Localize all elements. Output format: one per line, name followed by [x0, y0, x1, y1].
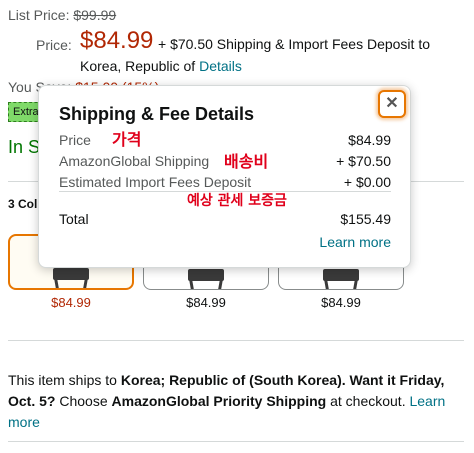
fee-row-value-price: $84.99 [348, 132, 391, 148]
chair-thumbnail [53, 268, 89, 280]
chair-leg [189, 280, 194, 289]
chair-leg [353, 280, 358, 289]
handwritten-annotation-import: 예상 관세 보증금 [187, 193, 287, 209]
popover-learn-more-link[interactable]: Learn more [319, 234, 391, 250]
divider [8, 441, 464, 442]
shipping-fee-text: + $70.50 Shipping & Import Fees Deposit … [158, 36, 430, 52]
price-value: $84.99 [80, 27, 154, 54]
list-price-row: List Price: $99.99 [8, 7, 116, 23]
colors-label: 3 Col [8, 197, 38, 211]
swatch-price: $84.99 [321, 295, 361, 310]
chair-thumbnail [323, 269, 359, 281]
fee-row-value-import: + $0.00 [343, 174, 391, 190]
swatch-price: $84.99 [51, 295, 91, 310]
fee-row-label-import: Estimated Import Fees Deposit [59, 174, 252, 190]
chair-leg [324, 280, 329, 289]
fee-row-label-shipping: AmazonGlobal Shipping [59, 153, 210, 169]
divider [8, 340, 464, 341]
handwritten-annotation-shipping: 배송비 [224, 152, 269, 171]
handwritten-annotation-price: 가격 [112, 130, 142, 149]
total-value: $155.49 [340, 211, 391, 227]
details-link[interactable]: Details [199, 58, 242, 74]
chair-thumbnail [188, 269, 224, 281]
shipping-fee-popover: Shipping & Fee Details ✕ Price $84.99 Am… [38, 85, 411, 268]
fee-row-value-shipping: + $70.50 [336, 153, 391, 169]
fee-row-label-price: Price [59, 132, 91, 148]
list-price-label: List Price: [8, 7, 70, 23]
shipping-message-text: Choose [55, 393, 112, 409]
close-button[interactable]: ✕ [378, 90, 406, 118]
chair-leg [218, 280, 223, 289]
swatch-price: $84.99 [186, 295, 226, 310]
chair-leg [54, 279, 59, 288]
shipping-destination: Korea, Republic of Details [80, 58, 242, 74]
list-price-value: $99.99 [73, 7, 117, 23]
price-label: Price: [36, 37, 72, 53]
shipping-destination-text: Korea, Republic of [80, 58, 200, 74]
popover-title: Shipping & Fee Details [59, 104, 255, 124]
shipping-message-text: at checkout. [326, 393, 410, 409]
stock-status: In S [8, 137, 41, 157]
chair-leg [83, 279, 88, 288]
shipping-message: This item ships to Korea; Republic of (S… [8, 370, 470, 433]
close-icon: ✕ [385, 95, 399, 112]
shipping-method: AmazonGlobal Priority Shipping [111, 393, 327, 409]
shipping-message-text: This item ships to [8, 372, 121, 388]
total-label: Total [59, 211, 89, 227]
